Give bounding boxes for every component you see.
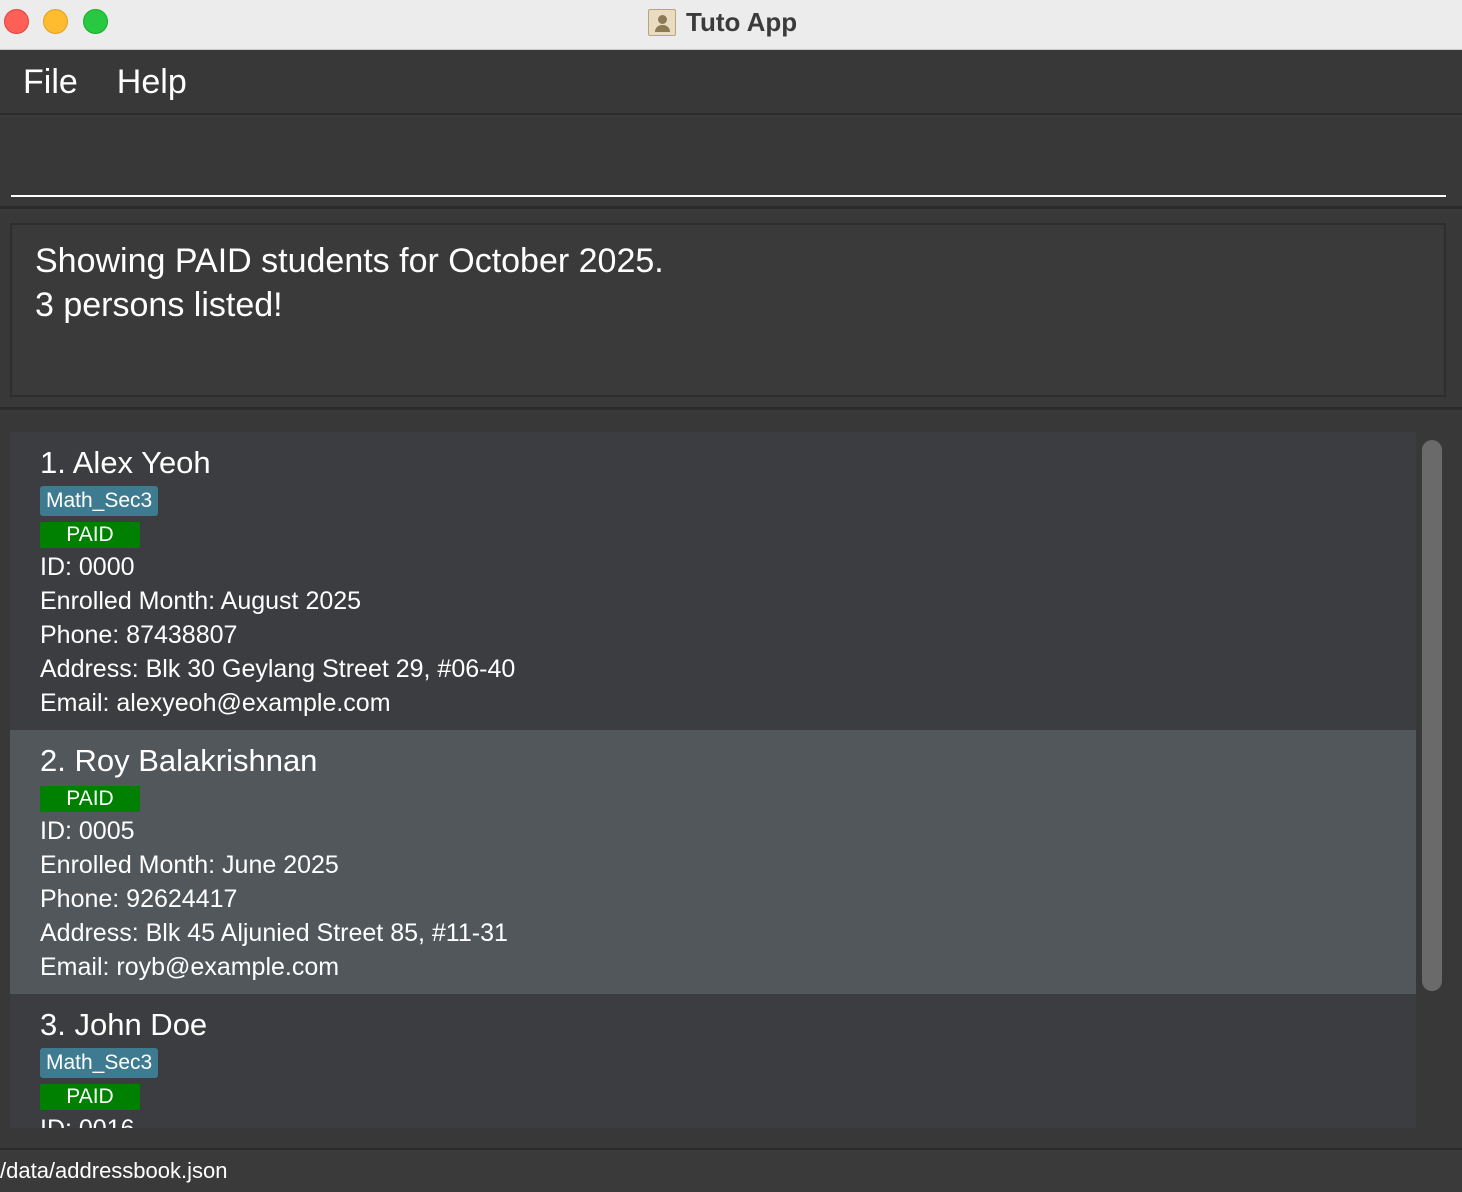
payment-status-badge: PAID bbox=[40, 522, 140, 548]
person-email: Email: alexyeoh@example.com bbox=[40, 689, 391, 717]
result-display[interactable]: Showing PAID students for October 2025. … bbox=[10, 223, 1446, 397]
person-name: 1. Alex Yeoh bbox=[40, 445, 211, 480]
contacts-app-icon bbox=[648, 8, 676, 36]
person-phone: Phone: 92624417 bbox=[40, 885, 238, 913]
person-card-selected[interactable]: 2. Roy Balakrishnan PAID ID: 0005 Enroll… bbox=[10, 730, 1416, 994]
save-file-path: /data/addressbook.json bbox=[0, 1158, 228, 1183]
menu-bar: File Help bbox=[0, 51, 1462, 115]
person-enrolled-month: Enrolled Month: August 2025 bbox=[40, 587, 362, 615]
maximize-window-button[interactable] bbox=[83, 9, 108, 34]
menu-file[interactable]: File bbox=[23, 63, 78, 102]
tag-badge: Math_Sec3 bbox=[40, 1048, 159, 1078]
title-bar: Tuto App bbox=[0, 0, 1462, 50]
minimize-window-button[interactable] bbox=[43, 9, 68, 34]
command-input[interactable] bbox=[11, 117, 1446, 197]
result-display-container: Showing PAID students for October 2025. … bbox=[0, 212, 1462, 410]
person-name: 3. John Doe bbox=[40, 1007, 208, 1042]
person-list-panel: 1. Alex Yeoh Math_Sec3 PAID ID: 0000 Enr… bbox=[0, 413, 1462, 1148]
person-id: ID: 0016 bbox=[40, 1112, 1386, 1128]
command-box-container bbox=[0, 117, 1462, 209]
menu-help[interactable]: Help bbox=[117, 63, 187, 102]
person-name: 2. Roy Balakrishnan bbox=[40, 743, 318, 778]
person-address: Address: Blk 30 Geylang Street 29, #06-4… bbox=[40, 655, 516, 683]
status-bar: /data/addressbook.json bbox=[0, 1148, 1462, 1190]
person-card[interactable]: 1. Alex Yeoh Math_Sec3 PAID ID: 0000 Enr… bbox=[10, 432, 1416, 730]
person-id: ID: 0005 bbox=[40, 817, 135, 845]
window-title: Tuto App bbox=[686, 6, 798, 37]
person-email: Email: royb@example.com bbox=[40, 953, 340, 981]
window-title-group: Tuto App bbox=[648, 6, 797, 38]
close-window-button[interactable] bbox=[4, 9, 29, 34]
person-enrolled-month: Enrolled Month: June 2025 bbox=[40, 851, 339, 879]
person-phone: Phone: 87438807 bbox=[40, 621, 238, 649]
result-line-1: Showing PAID students for October 2025. bbox=[35, 242, 664, 280]
payment-status-badge: PAID bbox=[40, 1084, 140, 1110]
list-scrollbar-thumb[interactable] bbox=[1422, 440, 1442, 991]
person-card[interactable]: 3. John Doe Math_Sec3 PAID ID: 0016 bbox=[10, 994, 1416, 1128]
result-line-2: 3 persons listed! bbox=[35, 286, 283, 324]
payment-status-badge: PAID bbox=[40, 786, 140, 812]
person-list[interactable]: 1. Alex Yeoh Math_Sec3 PAID ID: 0000 Enr… bbox=[10, 432, 1416, 1128]
person-id: ID: 0000 bbox=[40, 553, 135, 581]
person-address: Address: Blk 45 Aljunied Street 85, #11-… bbox=[40, 919, 508, 947]
tag-badge: Math_Sec3 bbox=[40, 486, 159, 516]
